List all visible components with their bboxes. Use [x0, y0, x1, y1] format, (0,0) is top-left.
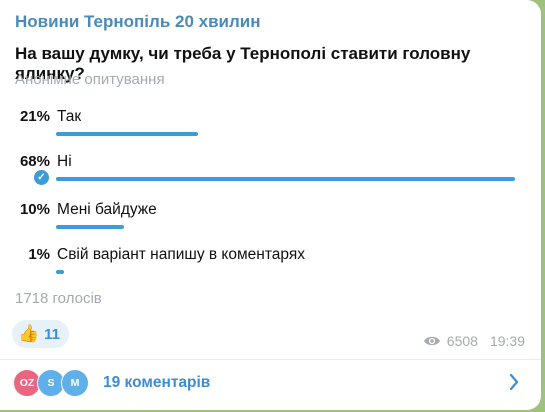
message-time: 19:39: [489, 333, 525, 349]
message-meta: 6508 19:39: [423, 333, 525, 349]
option-label: Свій варіант напишу в коментарях: [57, 246, 305, 263]
eye-icon: [423, 336, 440, 346]
reaction-button[interactable]: 👍 11: [12, 320, 70, 348]
option-label: Ні: [57, 153, 72, 170]
thumbs-up-icon: 👍: [18, 324, 40, 343]
poll-option-indifferent[interactable]: 10% Мені байдуже: [0, 201, 541, 241]
view-count: 6508: [446, 333, 478, 349]
poll-option-no[interactable]: 68% Ні ✓: [0, 153, 541, 193]
commenter-avatars: OZ S M: [13, 369, 103, 397]
channel-name[interactable]: Новини Тернопіль 20 хвилин: [15, 12, 261, 32]
comments-label: 19 коментарів: [103, 374, 211, 391]
option-percent: 1%: [28, 246, 50, 263]
avatar: M: [61, 369, 89, 397]
poll-option-yes[interactable]: 21% Так: [0, 108, 541, 148]
option-percent: 21%: [19, 108, 50, 125]
vote-count[interactable]: 1718 голосів: [15, 290, 102, 307]
option-result-bar: [56, 132, 198, 136]
option-result-bar: [56, 177, 515, 181]
option-result-bar: [56, 270, 64, 274]
option-label: Так: [57, 108, 82, 125]
reaction-count: 11: [44, 325, 61, 343]
poll-type-label: Анонімне опитування: [15, 71, 165, 88]
option-percent: 10%: [19, 201, 50, 218]
option-percent: 68%: [19, 153, 50, 170]
option-result-bar: [56, 225, 124, 229]
poll-message: Новини Тернопіль 20 хвилин На вашу думку…: [0, 0, 541, 410]
poll-option-own-answer[interactable]: 1% Свій варіант напишу в коментарях: [0, 246, 541, 286]
check-icon: ✓: [34, 170, 49, 185]
chevron-right-icon: [509, 373, 519, 391]
option-label: Мені байдуже: [57, 201, 157, 218]
comments-button[interactable]: OZ S M 19 коментарів: [0, 360, 541, 406]
